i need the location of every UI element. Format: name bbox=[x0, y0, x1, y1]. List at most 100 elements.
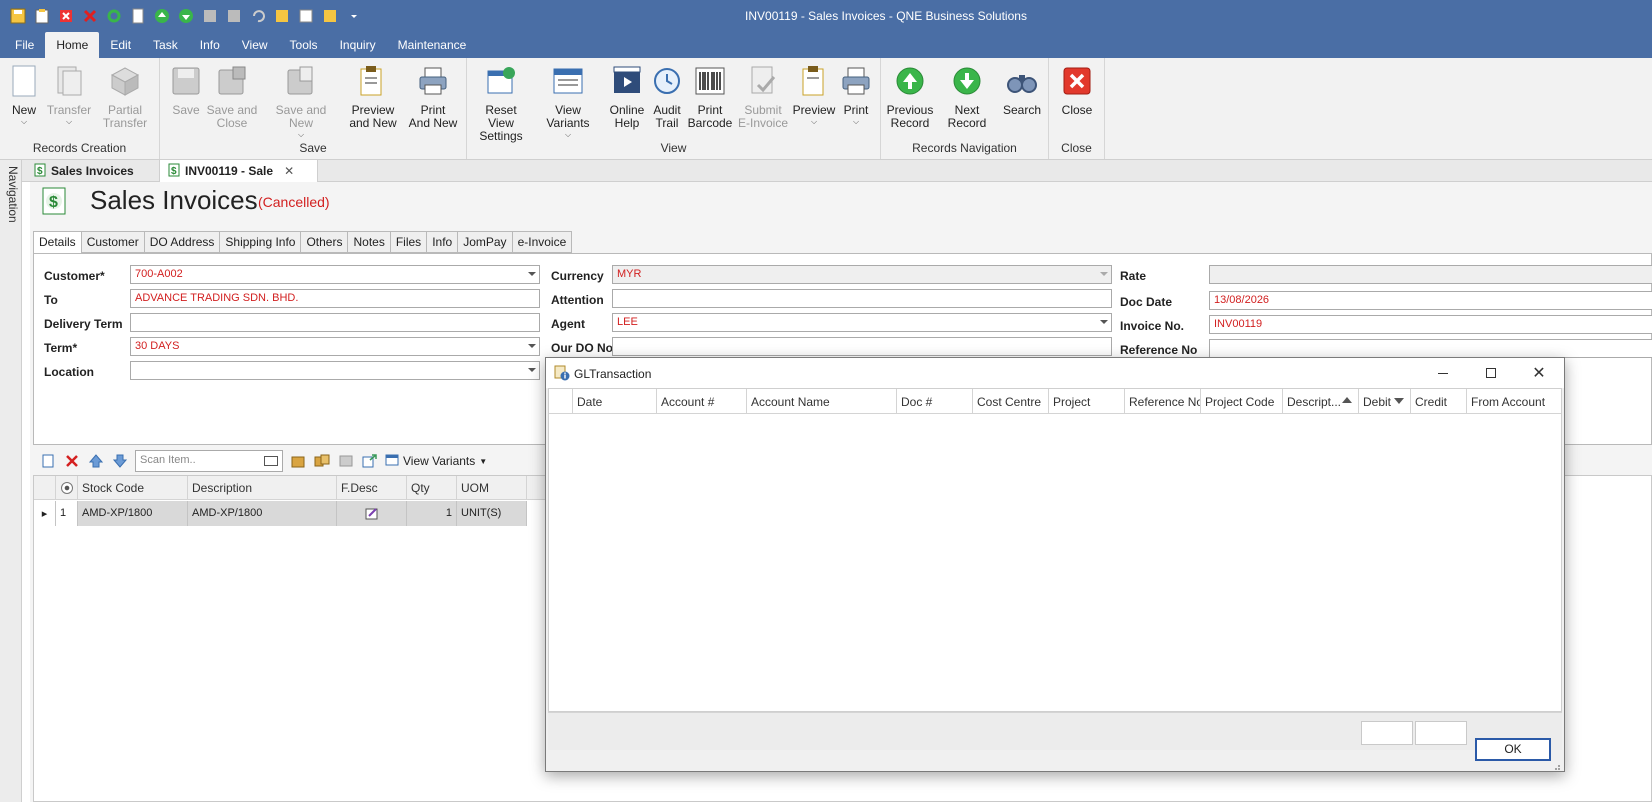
minimize-button[interactable] bbox=[1420, 358, 1466, 388]
customer-field[interactable]: 700-A002 bbox=[130, 265, 540, 284]
reset-view-settings-button[interactable]: Reset View Settings bbox=[471, 64, 531, 143]
select-all-radio[interactable] bbox=[56, 476, 78, 500]
agent-field[interactable]: LEE bbox=[612, 313, 1112, 332]
currency-field[interactable]: MYR bbox=[612, 265, 1112, 284]
preview-button[interactable]: Preview ⌵ bbox=[793, 64, 835, 127]
print-button[interactable]: Print ⌵ bbox=[837, 64, 875, 127]
our-do-no-field[interactable] bbox=[612, 337, 1112, 356]
copy-rows-icon[interactable] bbox=[337, 452, 355, 470]
print-barcode-button[interactable]: Print Barcode bbox=[687, 64, 733, 130]
invoice-no-field[interactable]: INV00119 bbox=[1209, 315, 1652, 334]
chevron-down-icon[interactable] bbox=[528, 368, 536, 372]
resize-grip-icon[interactable] bbox=[1551, 760, 1561, 770]
cell-fdesc[interactable] bbox=[337, 501, 407, 526]
tab-customer[interactable]: Customer bbox=[81, 231, 145, 253]
doc-date-field[interactable]: 13/08/2026 bbox=[1209, 291, 1652, 310]
search-button[interactable]: Search bbox=[1001, 64, 1043, 117]
cell-stock-code[interactable]: AMD-XP/1800 bbox=[78, 501, 188, 526]
navigation-label[interactable]: Navigation bbox=[2, 166, 20, 223]
menu-view[interactable]: View bbox=[231, 32, 279, 58]
keyboard-icon[interactable] bbox=[264, 456, 278, 466]
menu-maintenance[interactable]: Maintenance bbox=[387, 32, 478, 58]
box-icon[interactable] bbox=[289, 452, 307, 470]
column-header-stock-code[interactable]: Stock Code bbox=[78, 476, 188, 500]
column-header-reference-no[interactable]: Reference No bbox=[1125, 389, 1201, 414]
transfer-button[interactable]: Transfer ⌵ bbox=[46, 64, 92, 127]
to-field[interactable]: ADVANCE TRADING SDN. BHD. bbox=[130, 289, 540, 308]
navigation-strip[interactable] bbox=[0, 160, 22, 802]
location-field[interactable] bbox=[130, 361, 540, 380]
cell-description[interactable]: AMD-XP/1800 bbox=[188, 501, 337, 526]
tab-shipping-info[interactable]: Shipping Info bbox=[220, 231, 302, 253]
reference-no-field[interactable] bbox=[1209, 339, 1652, 358]
column-header-description[interactable]: Description bbox=[188, 476, 337, 500]
ok-button[interactable]: OK bbox=[1475, 738, 1551, 761]
tab-info[interactable]: Info bbox=[427, 231, 459, 253]
save-button[interactable]: Save bbox=[168, 64, 204, 117]
dialog-close-button[interactable]: ✕ bbox=[1516, 358, 1562, 388]
export-icon[interactable] bbox=[361, 452, 379, 470]
column-header-credit[interactable]: Credit bbox=[1411, 389, 1467, 414]
term-field[interactable]: 30 DAYS bbox=[130, 337, 540, 356]
tab-details[interactable]: Details bbox=[33, 231, 82, 255]
previous-record-button[interactable]: Previous Record bbox=[887, 64, 933, 130]
edit-note-icon[interactable] bbox=[365, 508, 379, 523]
online-help-button[interactable]: Online Help bbox=[607, 64, 647, 130]
column-header-from-account[interactable]: From Account bbox=[1467, 389, 1561, 414]
save-and-close-button[interactable]: Save and Close bbox=[204, 64, 260, 130]
tab-files[interactable]: Files bbox=[390, 231, 428, 253]
column-header-project-code[interactable]: Project Code bbox=[1201, 389, 1283, 414]
chevron-down-icon[interactable] bbox=[1100, 320, 1108, 324]
tab-sales-invoices[interactable]: $ Sales Invoices bbox=[26, 160, 160, 182]
tab-others[interactable]: Others bbox=[301, 231, 349, 253]
menu-tools[interactable]: Tools bbox=[279, 32, 329, 58]
close-button[interactable]: Close bbox=[1057, 64, 1097, 117]
preview-and-new-button[interactable]: Preview and New bbox=[344, 64, 402, 130]
column-header-uom[interactable]: UOM bbox=[457, 476, 527, 500]
cell-qty[interactable]: 1 bbox=[407, 501, 457, 526]
view-variants-menu[interactable]: View Variants ▼ bbox=[385, 454, 487, 469]
tab-notes[interactable]: Notes bbox=[348, 231, 391, 253]
delivery-term-field[interactable] bbox=[130, 313, 540, 332]
view-variants-button[interactable]: View Variants ⌵ bbox=[533, 64, 603, 140]
column-header-doc-no[interactable]: Doc # bbox=[897, 389, 973, 414]
column-header-account-no[interactable]: Account # bbox=[657, 389, 747, 414]
menu-file[interactable]: File bbox=[4, 32, 45, 58]
delete-row-icon[interactable] bbox=[63, 452, 81, 470]
menu-edit[interactable]: Edit bbox=[99, 32, 142, 58]
scan-item-input[interactable]: Scan Item.. bbox=[135, 450, 283, 472]
menu-info[interactable]: Info bbox=[189, 32, 231, 58]
chevron-down-icon[interactable] bbox=[1100, 272, 1108, 276]
close-tab-icon[interactable]: ✕ bbox=[284, 164, 294, 178]
tab-e-invoice[interactable]: e-Invoice bbox=[512, 231, 573, 253]
multi-box-icon[interactable] bbox=[313, 452, 331, 470]
chevron-down-icon[interactable] bbox=[528, 272, 536, 276]
column-header-debit[interactable]: Debit bbox=[1359, 389, 1411, 414]
attention-field[interactable] bbox=[612, 289, 1112, 308]
new-button[interactable]: New ⌵ bbox=[8, 64, 40, 127]
save-and-new-button[interactable]: Save and New ⌵ bbox=[262, 64, 340, 140]
move-down-icon[interactable] bbox=[111, 452, 129, 470]
column-header-project[interactable]: Project bbox=[1049, 389, 1125, 414]
submit-einvoice-button[interactable]: Submit E-Invoice bbox=[735, 64, 791, 130]
column-header-qty[interactable]: Qty bbox=[407, 476, 457, 500]
rate-field[interactable] bbox=[1209, 265, 1652, 284]
menu-home[interactable]: Home bbox=[45, 32, 100, 58]
tab-do-address[interactable]: DO Address bbox=[144, 231, 221, 253]
row-expander-icon[interactable]: ▸ bbox=[34, 501, 56, 526]
partial-transfer-button[interactable]: Partial Transfer bbox=[98, 64, 152, 130]
next-record-button[interactable]: Next Record bbox=[935, 64, 999, 130]
menu-inquiry[interactable]: Inquiry bbox=[329, 32, 387, 58]
menu-task[interactable]: Task bbox=[142, 32, 189, 58]
column-header-account-name[interactable]: Account Name bbox=[747, 389, 897, 414]
new-row-icon[interactable] bbox=[39, 452, 57, 470]
cell-uom[interactable]: UNIT(S) bbox=[457, 501, 527, 526]
move-up-icon[interactable] bbox=[87, 452, 105, 470]
chevron-down-icon[interactable] bbox=[528, 344, 536, 348]
maximize-button[interactable] bbox=[1468, 358, 1514, 388]
audit-trail-button[interactable]: Audit Trail bbox=[649, 64, 685, 130]
column-header-description[interactable]: Descript... bbox=[1283, 389, 1359, 414]
print-and-new-button[interactable]: Print And New bbox=[404, 64, 462, 130]
tab-jompay[interactable]: JomPay bbox=[458, 231, 513, 253]
column-header-cost-centre[interactable]: Cost Centre bbox=[973, 389, 1049, 414]
